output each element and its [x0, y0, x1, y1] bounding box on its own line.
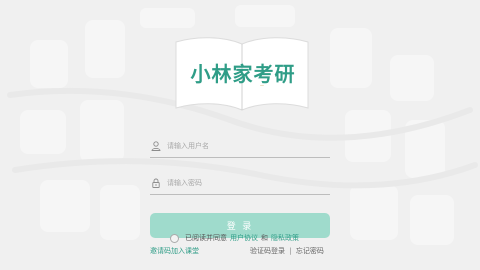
link-divider: |: [289, 247, 292, 255]
privacy-policy-link[interactable]: 隐私政策: [271, 233, 299, 243]
username-input[interactable]: [167, 142, 317, 150]
logo-title: 小林家考研: [190, 62, 296, 86]
logo-subtitle: —: [260, 83, 264, 88]
password-field: [150, 172, 330, 195]
user-agreement-link[interactable]: 用户协议: [230, 233, 258, 243]
username-field: [150, 135, 330, 158]
agreement-radio[interactable]: [170, 233, 179, 243]
agreement-row: 已阅读并同意 用户协议 和 隐私政策: [170, 233, 299, 243]
app-logo: 小林家考研 —: [168, 30, 316, 114]
password-input[interactable]: [167, 179, 317, 187]
forgot-password-link[interactable]: 忘记密码: [296, 247, 324, 255]
user-icon: [151, 141, 161, 151]
bottom-right-links: 验证码登录 | 忘记密码: [250, 246, 324, 256]
agreement-prefix: 已阅读并同意: [185, 234, 227, 242]
agreement-joiner: 和: [261, 234, 268, 242]
sms-login-link[interactable]: 验证码登录: [250, 247, 285, 255]
join-class-link[interactable]: 邀请码加入课堂: [150, 246, 199, 256]
lock-icon: [152, 178, 160, 188]
